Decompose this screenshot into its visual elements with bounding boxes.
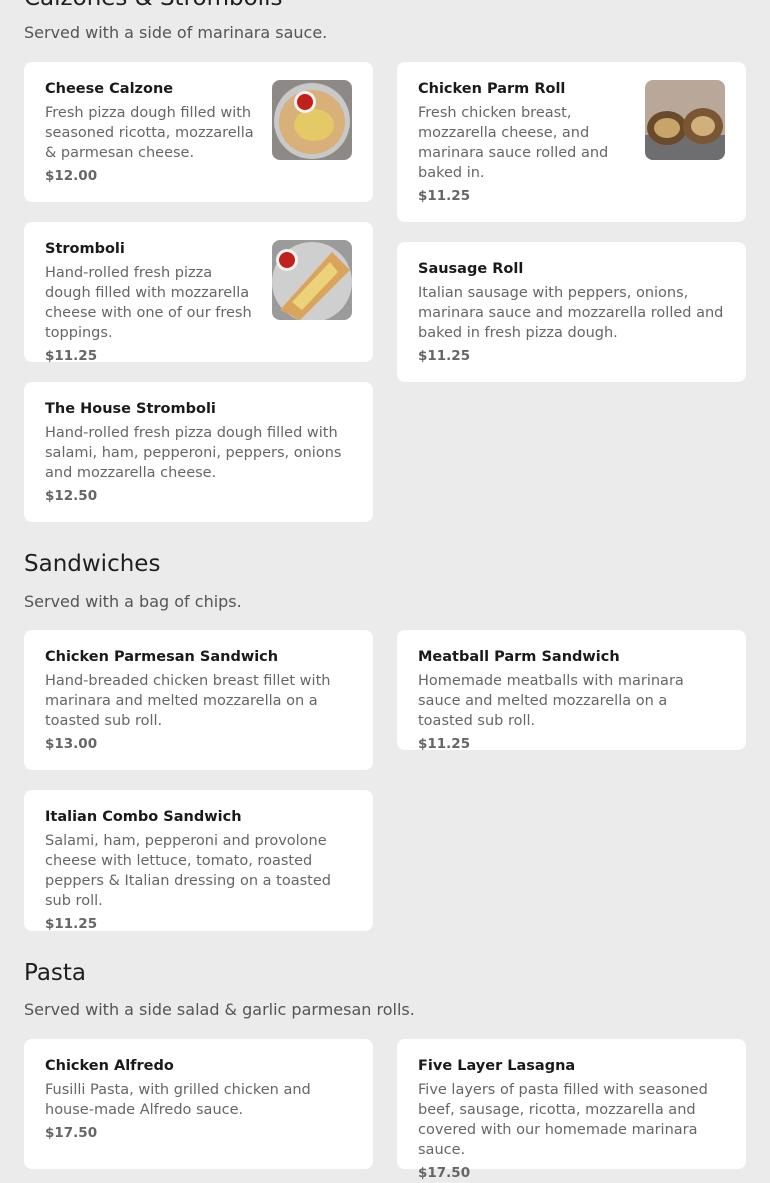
item-price: $17.50 [418,1165,471,1181]
item-description: Five layers of pasta filled with seasone… [418,1082,708,1158]
menu-item-card-five-layer-lasagna[interactable]: Five Layer Lasagna Five layers of pasta … [397,1039,746,1181]
item-name: The House Stromboli [45,401,216,417]
item-price: $17.50 [45,1125,98,1141]
section-subtitle-pasta: Served with a side salad & garlic parmes… [24,1000,415,1019]
item-description: Fusilli Pasta, with grilled chicken and … [45,1082,311,1118]
menu-item-card-chicken-parmesan-sandwich[interactable]: Chicken Parmesan Sandwich Hand-breaded c… [24,630,373,770]
menu-item-card-meatball-parm-sandwich[interactable]: Meatball Parm Sandwich Homemade meatball… [397,630,746,752]
menu-item-card-italian-combo-sandwich[interactable]: Italian Combo Sandwich Salami, ham, pepp… [24,790,373,932]
item-price: $11.25 [45,348,98,364]
chicken-parm-roll-photo [645,80,725,160]
item-description: Salami, ham, pepperoni and provolone che… [45,833,331,909]
menu-item-card-chicken-alfredo[interactable]: Chicken Alfredo Fusilli Pasta, with gril… [24,1039,373,1169]
item-description: Hand-rolled fresh pizza dough filled wit… [45,425,342,481]
item-price: $11.25 [418,188,471,204]
item-price: $13.00 [45,736,98,752]
item-description: Hand-breaded chicken breast fillet with … [45,673,331,729]
section-title-pasta: Pasta [24,960,87,986]
item-name: Sausage Roll [418,261,524,277]
menu-item-card-house-stromboli[interactable]: The House Stromboli Hand-rolled fresh pi… [24,382,373,522]
section-title-calzones: Calzones & Strombolis [24,0,282,11]
item-price: $11.25 [418,348,471,364]
cheese-calzone-photo [272,80,352,160]
section-subtitle-sandwiches: Served with a bag of chips. [24,592,242,611]
item-name: Stromboli [45,241,125,257]
item-name: Chicken Alfredo [45,1058,174,1074]
item-description: Fresh chicken breast, mozzarella cheese,… [418,105,609,181]
item-name: Meatball Parm Sandwich [418,649,620,665]
item-description: Italian sausage with peppers, onions, ma… [418,285,724,341]
item-price: $12.50 [45,488,98,504]
item-name: Italian Combo Sandwich [45,809,242,825]
item-description: Hand-rolled fresh pizza dough filled wit… [45,265,252,341]
section-subtitle-calzones: Served with a side of marinara sauce. [24,23,328,42]
item-name: Cheese Calzone [45,81,174,97]
item-description: Fresh pizza dough filled with seasoned r… [45,105,254,161]
item-price: $11.25 [45,916,98,932]
section-title-sandwiches: Sandwiches [24,551,161,577]
menu-item-card-cheese-calzone[interactable]: Cheese Calzone Fresh pizza dough filled … [24,62,373,202]
item-name: Chicken Parmesan Sandwich [45,649,279,665]
item-price: $11.25 [418,736,471,752]
menu-item-card-stromboli[interactable]: Stromboli Hand-rolled fresh pizza dough … [24,222,373,364]
item-description: Homemade meatballs with marinara sauce a… [418,673,684,729]
stromboli-photo [272,240,352,320]
item-price: $12.00 [45,168,98,184]
item-name: Five Layer Lasagna [418,1058,576,1074]
menu-item-card-sausage-roll[interactable]: Sausage Roll Italian sausage with pepper… [397,242,746,382]
menu-item-card-chicken-parm-roll[interactable]: Chicken Parm Roll Fresh chicken breast, … [397,62,746,222]
item-name: Chicken Parm Roll [418,81,566,97]
